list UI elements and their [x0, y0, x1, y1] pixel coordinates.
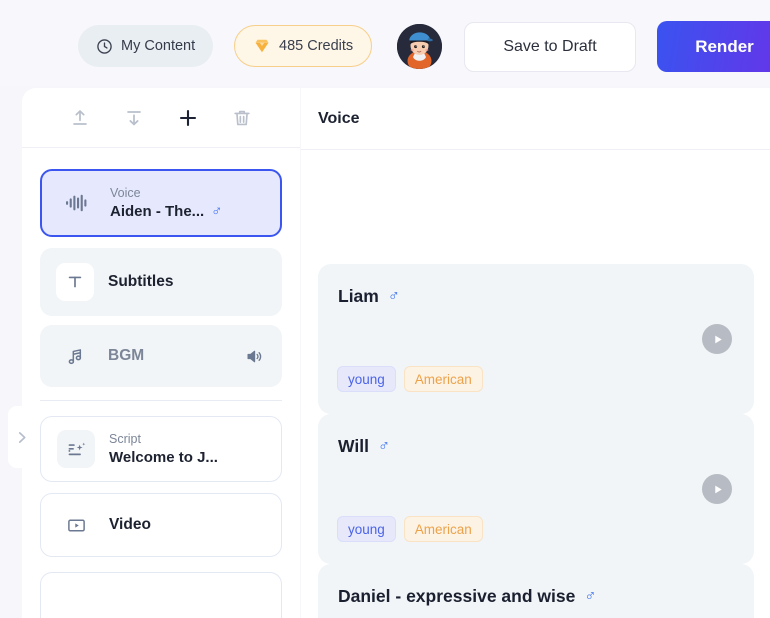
voice-panel-header: Voice — [301, 88, 770, 150]
male-gender-icon: ♂ — [387, 287, 400, 305]
male-gender-icon: ♂ — [584, 587, 597, 605]
tag-age[interactable]: young — [337, 516, 396, 542]
sidebar-item-voice[interactable]: Voice Aiden - The... ♂ — [40, 169, 282, 237]
credits-label: 485 Credits — [279, 38, 354, 54]
voice-panel: Voice Liam ♂ young American Will ♂ young… — [301, 88, 770, 618]
voice-list: Liam ♂ young American Will ♂ young Ameri… — [301, 151, 770, 618]
ai-text-sparkle-icon — [57, 430, 95, 468]
move-up-button[interactable] — [65, 103, 95, 133]
text-t-icon — [56, 263, 94, 301]
my-content-button[interactable]: My Content — [78, 25, 214, 67]
voice-name: Daniel - expressive and wise — [338, 586, 576, 606]
render-button[interactable]: Render — [657, 21, 770, 72]
sidebar-item-subtitles[interactable]: Subtitles — [40, 248, 282, 316]
voice-card[interactable]: Daniel - expressive and wise ♂ Young aus… — [318, 564, 754, 618]
layers-toolbar — [22, 88, 300, 148]
save-to-draft-label: Save to Draft — [503, 38, 597, 55]
voice-name: Liam — [338, 286, 379, 306]
top-header: My Content 485 Credits Save to Draft Ren… — [0, 0, 770, 86]
sidebar-item-bgm[interactable]: BGM — [40, 325, 282, 387]
chevron-right-icon — [13, 429, 30, 446]
sidebar-item-subtitles-label: Subtitles — [108, 273, 174, 290]
add-layer-button[interactable] — [173, 103, 203, 133]
sidebar-item-bgm-label: BGM — [108, 347, 145, 364]
app-root: My Content 485 Credits Save to Draft Ren… — [0, 0, 770, 618]
sidebar-item-video[interactable]: Video — [40, 493, 282, 557]
page-title: Voice — [318, 109, 360, 127]
plus-icon — [176, 106, 200, 130]
voice-card[interactable]: Will ♂ young American — [318, 414, 754, 564]
voice-card[interactable]: Liam ♂ young American — [318, 264, 754, 414]
tag-age[interactable]: young — [337, 366, 396, 392]
left-layers-panel: Voice Aiden - The... ♂ Subtitles BGM Scr… — [8, 88, 300, 618]
sidebar-divider — [40, 400, 282, 401]
voice-name: Will — [338, 436, 369, 456]
arrow-up-to-line-icon — [69, 107, 91, 129]
trash-icon — [231, 107, 253, 129]
play-icon — [711, 334, 724, 345]
save-to-draft-button[interactable]: Save to Draft — [464, 22, 636, 72]
sidebar-item-voice-sublabel: Voice — [110, 185, 141, 200]
voice-tags: young American — [337, 516, 483, 542]
sidebar-item-script-sublabel: Script — [109, 431, 141, 446]
avatar[interactable] — [397, 24, 442, 69]
sidebar-item-voice-label: Aiden - The... — [110, 202, 205, 220]
gem-icon — [253, 37, 271, 55]
music-note-icon — [56, 337, 94, 375]
sidebar-item-partial[interactable] — [40, 572, 282, 618]
voice-tags: young American — [337, 366, 483, 392]
sidebar-item-script[interactable]: Script Welcome to J... — [40, 416, 282, 482]
sidebar-item-video-label: Video — [109, 516, 151, 533]
layers-list: Voice Aiden - The... ♂ Subtitles BGM Scr… — [22, 149, 300, 618]
collapse-panel-handle[interactable] — [8, 406, 34, 468]
play-icon — [711, 484, 724, 495]
tag-accent[interactable]: American — [403, 516, 483, 542]
play-preview-button[interactable] — [702, 474, 732, 504]
male-gender-icon: ♂ — [377, 437, 390, 455]
render-label: Render — [695, 36, 754, 56]
male-gender-icon: ♂ — [211, 202, 223, 220]
video-play-box-icon — [57, 506, 95, 544]
move-down-button[interactable] — [119, 103, 149, 133]
delete-layer-button[interactable] — [227, 103, 257, 133]
arrow-down-from-line-icon — [123, 107, 145, 129]
tag-accent[interactable]: American — [403, 366, 483, 392]
credits-button[interactable]: 485 Credits — [234, 25, 373, 67]
clock-icon — [96, 38, 113, 55]
play-preview-button[interactable] — [702, 324, 732, 354]
my-content-label: My Content — [121, 38, 196, 54]
volume-icon[interactable] — [245, 347, 264, 366]
sidebar-item-script-label: Welcome to J... — [109, 448, 218, 466]
waveform-icon — [58, 184, 96, 222]
